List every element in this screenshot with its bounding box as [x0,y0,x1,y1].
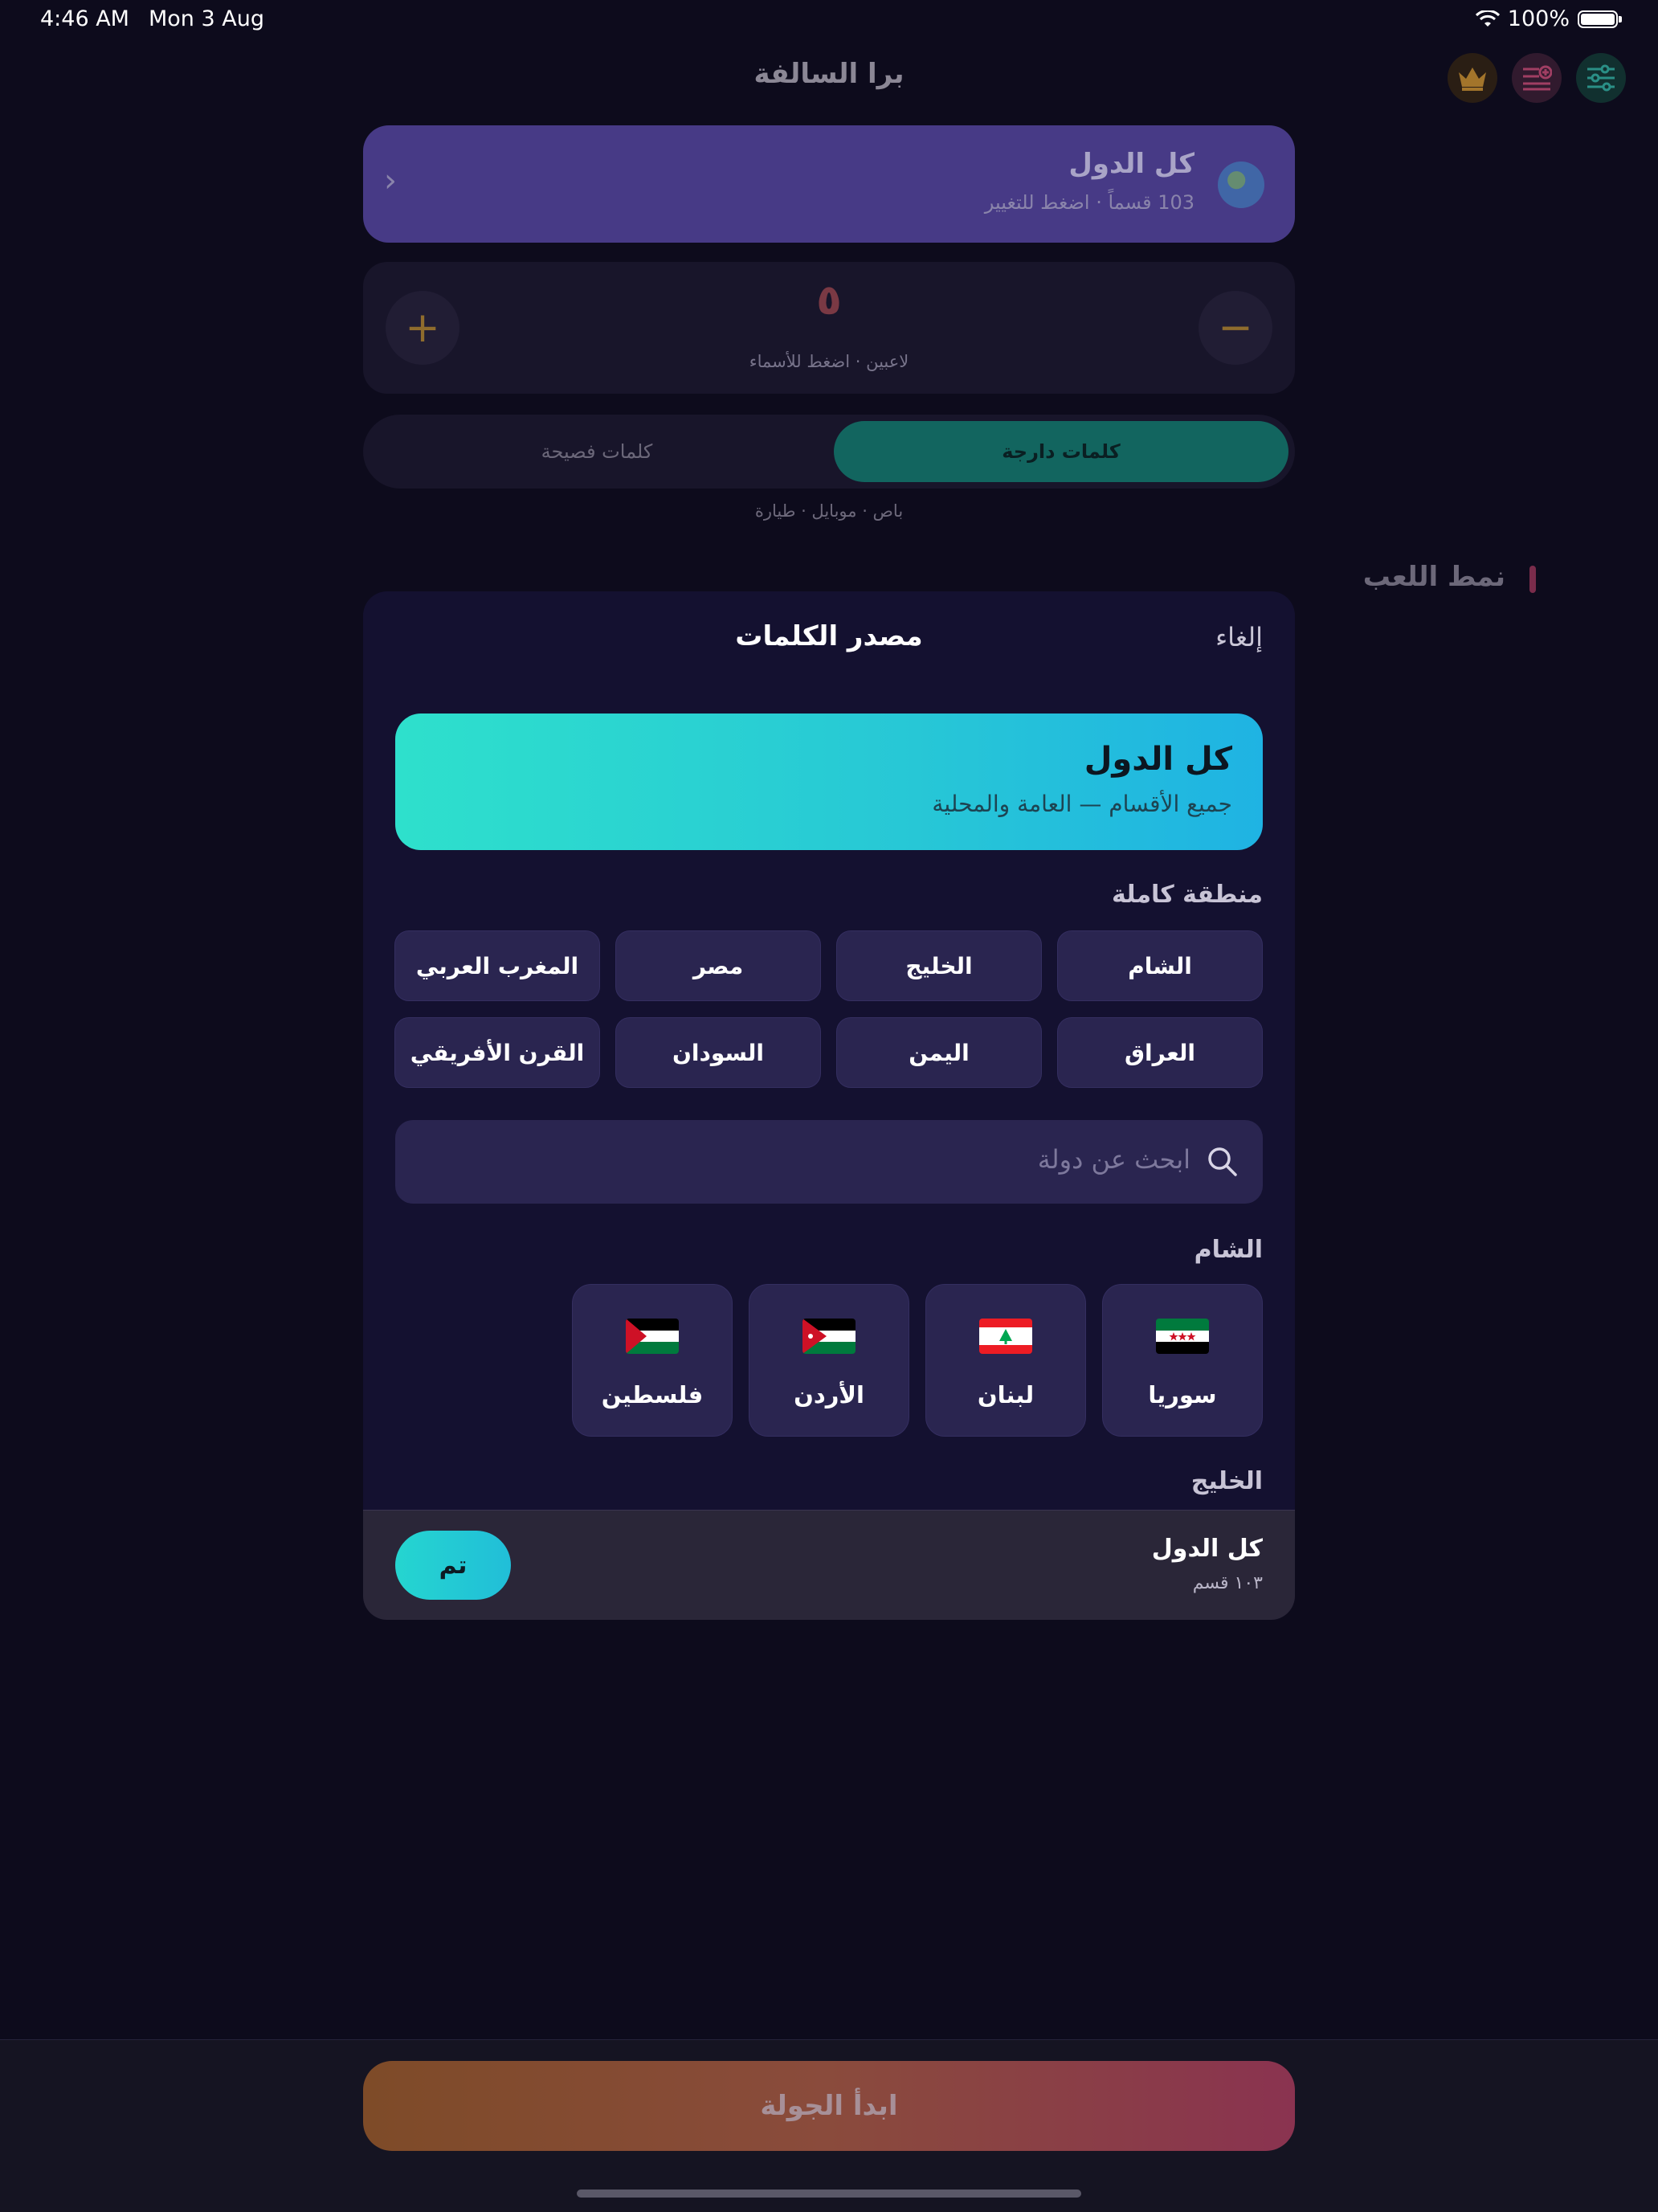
all-countries-subtitle: جميع الأقسام — العامة والمحلية [932,791,1232,817]
tab-colloquial-words[interactable]: كلمات دارجة [834,421,1288,482]
status-bar-right: 100% [1475,6,1622,31]
region-chip-sudan[interactable]: السودان [615,1017,821,1088]
settings-sliders-icon[interactable] [1576,53,1626,103]
increase-players-button[interactable]: + [386,291,459,365]
country-card-jordan[interactable]: الأردن [749,1284,909,1437]
globe-icon [1218,162,1264,208]
section-accent-bar [1529,566,1536,593]
playlist-add-icon[interactable] [1512,53,1562,103]
country-name: لبنان [977,1381,1035,1409]
wifi-icon [1475,10,1500,27]
app-title: برا السالفة [753,58,905,90]
word-source-card[interactable]: كل الدول 103 قسماً · اضغط للتغيير ‹ [363,125,1295,243]
status-date: Mon 3 Aug [148,6,264,31]
country-card-palestine[interactable]: فلسطين [572,1284,733,1437]
players-hint: لاعبين · اضغط للأسماء [749,352,909,371]
country-name: الأردن [794,1381,864,1409]
country-name: سوريا [1148,1381,1217,1409]
region-chip-iraq[interactable]: العراق [1057,1017,1263,1088]
full-region-label: منطقة كاملة [1112,881,1263,909]
syria-flag-icon [1156,1319,1209,1354]
status-bar-left: 4:46 AM Mon 3 Aug [40,6,264,31]
header-icons [1448,53,1626,103]
done-button[interactable]: تم [395,1531,511,1600]
selection-title: كل الدول [1151,1535,1263,1563]
jordan-flag-icon [802,1319,856,1354]
country-card-lebanon[interactable]: لبنان [925,1284,1086,1437]
country-search-field[interactable]: ابحث عن دولة [395,1120,1263,1204]
tab-formal-words[interactable]: كلمات فصيحة [370,421,824,482]
group-label-gulf: الخليج [1190,1467,1263,1495]
palestine-flag-icon [626,1319,679,1354]
players-count[interactable]: ٥ [363,276,1295,325]
word-source-sheet: مصدر الكلمات إلغاء كل الدول جميع الأقسام… [363,591,1295,1620]
region-chip-horn-of-africa[interactable]: القرن الأفريقي [394,1017,600,1088]
home-indicator[interactable] [577,2190,1081,2198]
word-source-subtitle: 103 قسماً · اضغط للتغيير [984,191,1194,214]
game-mode-label: نمط اللعب [1362,561,1505,593]
word-examples: باص · موبايل · طيارة [754,501,904,521]
chevron-left-icon: ‹ [384,162,397,199]
group-label-levant: الشام [1194,1236,1263,1264]
country-card-syria[interactable]: سوريا [1102,1284,1263,1437]
search-icon [1208,1147,1237,1176]
players-card: − ٥ لاعبين · اضغط للأسماء + [363,262,1295,394]
word-source-title: كل الدول [1068,148,1194,180]
crown-icon[interactable] [1448,53,1497,103]
sheet-footer: كل الدول ١٠٣ قسم تم [363,1510,1295,1620]
all-countries-title: كل الدول [1084,741,1232,778]
battery-icon [1578,10,1622,28]
word-type-segmented-control: كلمات دارجة كلمات فصيحة [363,415,1295,489]
selection-count: ١٠٣ قسم [1192,1573,1263,1593]
region-chip-gulf[interactable]: الخليج [836,930,1042,1001]
region-chip-egypt[interactable]: مصر [615,930,821,1001]
cancel-button[interactable]: إلغاء [1215,622,1263,652]
search-input[interactable]: ابحث عن دولة [1038,1144,1190,1175]
lebanon-flag-icon [979,1319,1032,1354]
status-time: 4:46 AM [40,6,129,31]
region-chip-levant[interactable]: الشام [1057,930,1263,1001]
start-round-button[interactable]: ابدأ الجولة [363,2061,1295,2151]
country-name: فلسطين [601,1381,704,1409]
region-chip-yemen[interactable]: اليمن [836,1017,1042,1088]
region-chip-maghreb[interactable]: المغرب العربي [394,930,600,1001]
sheet-title: مصدر الكلمات [735,620,923,652]
battery-percent: 100% [1507,6,1570,31]
all-countries-option[interactable]: كل الدول جميع الأقسام — العامة والمحلية [395,713,1263,850]
